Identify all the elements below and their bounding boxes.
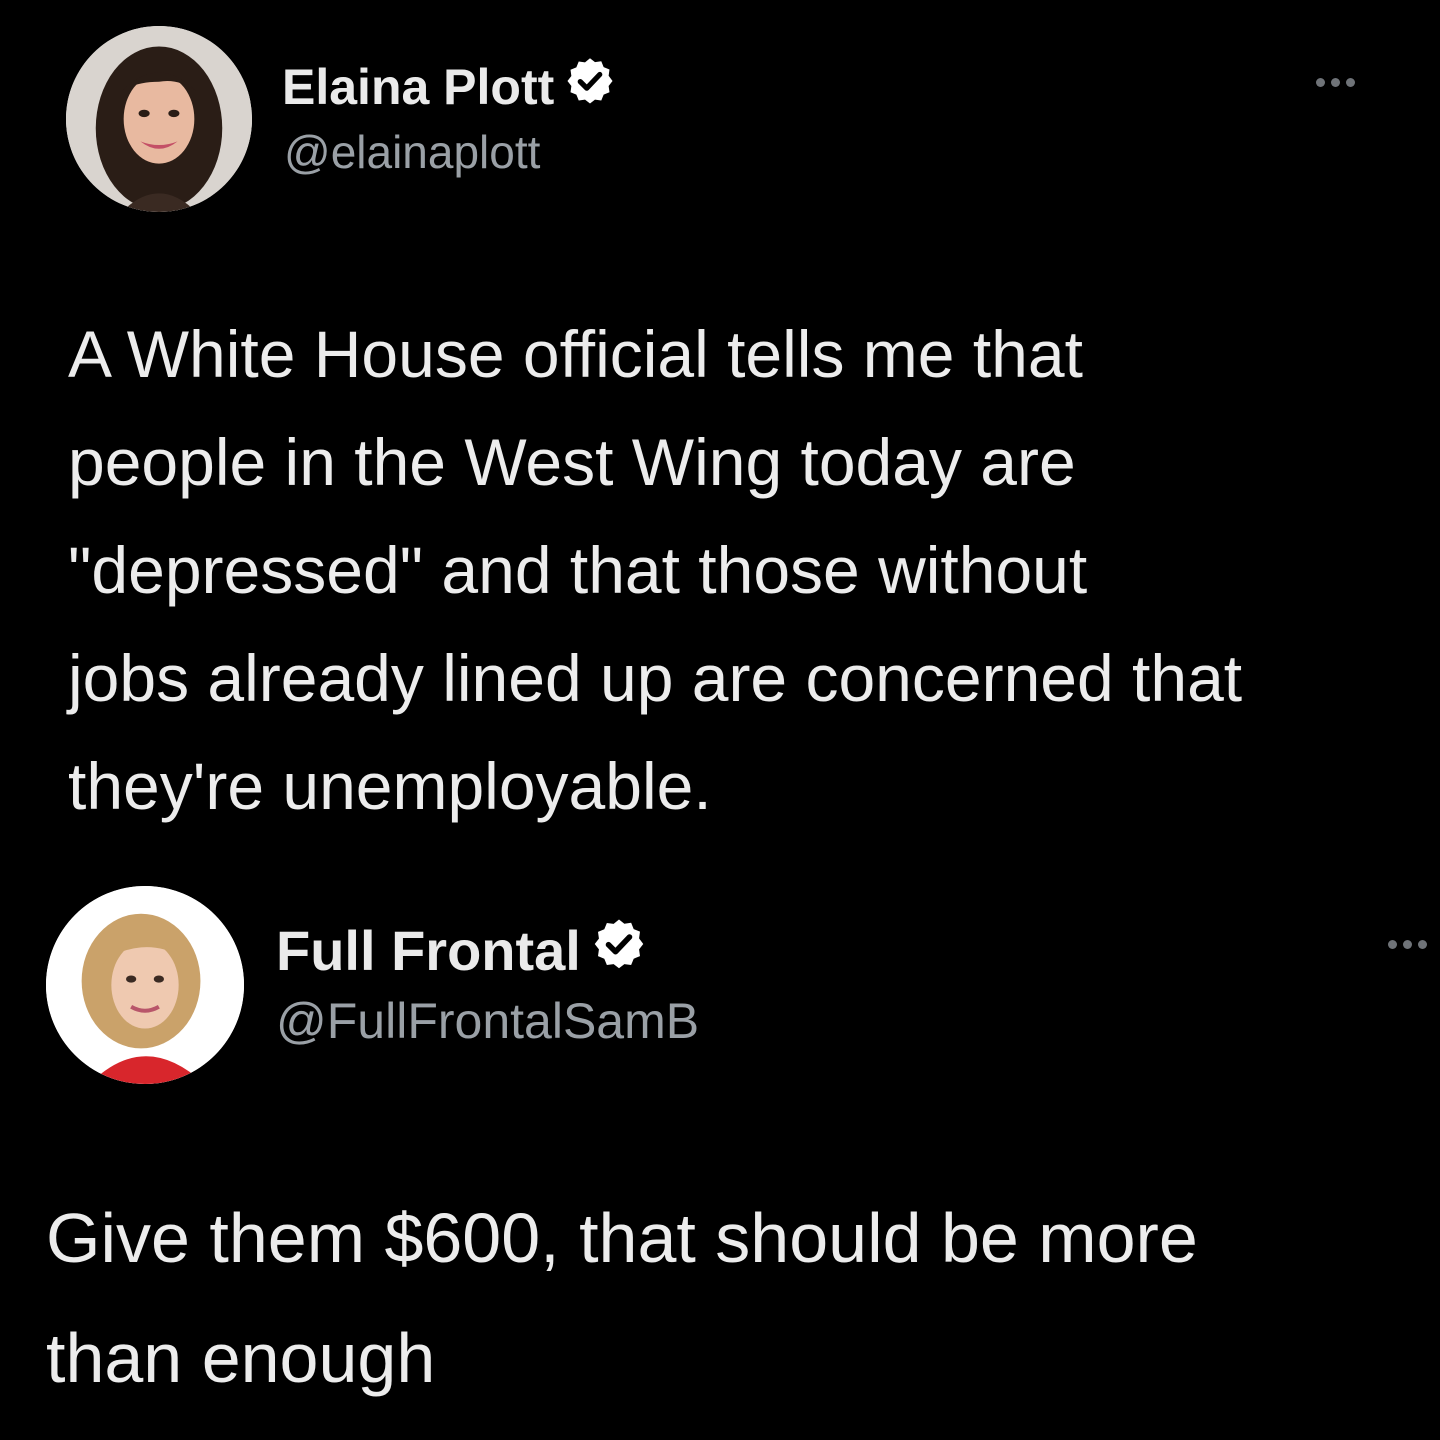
display-name-text: Elaina Plott	[282, 59, 555, 115]
avatar[interactable]	[66, 26, 252, 212]
display-name-text: Full Frontal	[276, 918, 581, 982]
handle[interactable]: @FullFrontalSamB	[276, 992, 699, 1050]
display-name[interactable]: Elaina Plott	[282, 56, 616, 118]
ellipsis-icon[interactable]	[1316, 78, 1355, 87]
user-avatar-photo-icon	[46, 886, 244, 1084]
tweet-text: A White House official tells me that peo…	[68, 317, 1243, 823]
display-name[interactable]: Full Frontal	[276, 916, 647, 984]
user-avatar-photo-icon	[66, 26, 252, 212]
tweet-elaina-plott[interactable]: Elaina Plott @elainaplott A White House …	[0, 0, 1440, 860]
verified-badge-icon	[591, 916, 647, 985]
handle[interactable]: @elainaplott	[284, 125, 540, 179]
tweet-full-frontal[interactable]: Full Frontal @FullFrontalSamB Give them …	[0, 860, 1440, 1440]
avatar[interactable]	[46, 886, 244, 1084]
tweet-text: Give them $600, that should be more than…	[46, 1199, 1198, 1397]
ellipsis-icon[interactable]	[1388, 940, 1427, 949]
verified-badge-icon	[564, 55, 616, 119]
